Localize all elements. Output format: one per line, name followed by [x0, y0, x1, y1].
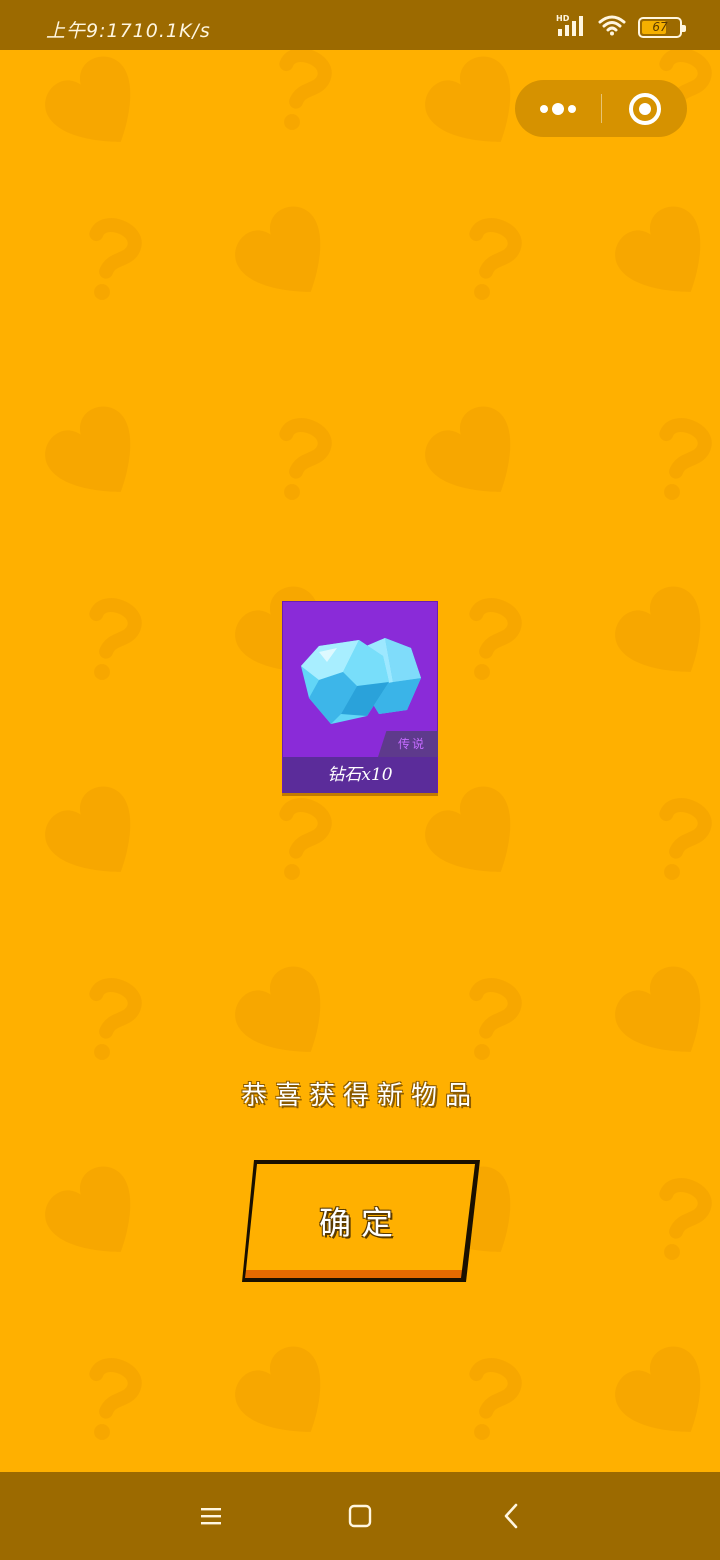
clock-text: 上午9:17	[46, 20, 133, 42]
battery-icon: 67	[638, 16, 686, 38]
congrats-message: 恭喜获得新物品	[240, 1081, 479, 1111]
wifi-icon	[598, 14, 626, 40]
network-speed: 10.1K/s	[132, 20, 211, 42]
signal-icon: HD	[556, 13, 586, 41]
rarity-tag: 传说	[378, 731, 438, 757]
back-chevron-icon[interactable]	[489, 1494, 533, 1538]
home-square-icon[interactable]	[338, 1494, 382, 1538]
status-bar: 上午9:1710.1K/s HD 67	[0, 0, 720, 50]
hd-label: HD	[556, 14, 570, 23]
status-icons: HD 67	[556, 13, 686, 41]
confirm-button[interactable]: 确定	[240, 1158, 482, 1284]
battery-level: 67	[652, 19, 668, 34]
target-circle-icon[interactable]	[602, 80, 687, 137]
status-time: 上午9:1710.1K/s	[46, 16, 211, 43]
more-dots-icon[interactable]	[515, 80, 601, 137]
reward-card: 传说 钻石x10	[282, 601, 438, 793]
diamond-gem-icon	[301, 638, 421, 724]
navigation-bar	[0, 1472, 720, 1560]
miniprogram-capsule	[515, 80, 687, 137]
confirm-label: 确定	[318, 1204, 403, 1242]
menu-lines-icon[interactable]	[189, 1494, 233, 1538]
reward-label: 钻石x10	[283, 757, 437, 793]
